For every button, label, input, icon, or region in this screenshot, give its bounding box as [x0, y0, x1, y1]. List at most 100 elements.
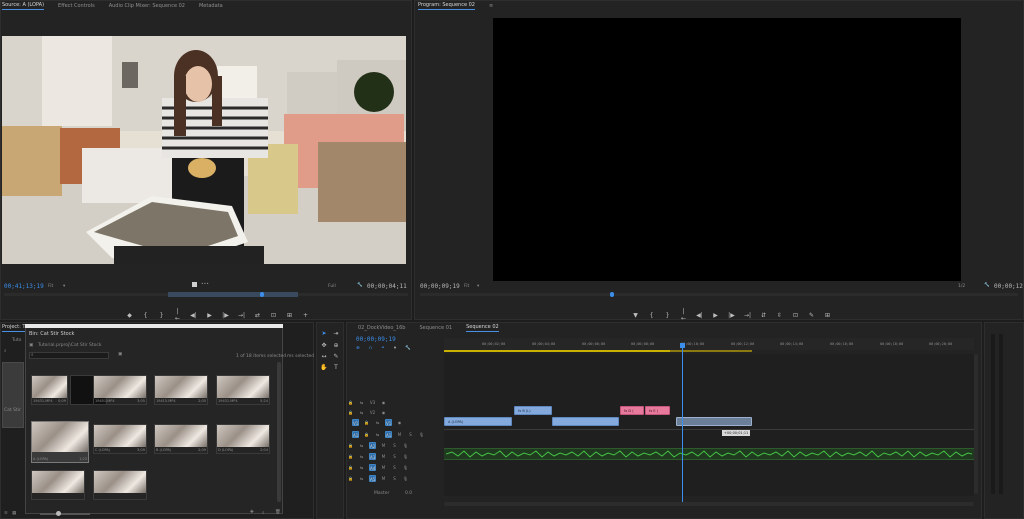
- program-tab-menu-icon[interactable]: ≡: [489, 3, 493, 9]
- toggle-output-icon[interactable]: ◉: [396, 419, 403, 426]
- button-editor-icon[interactable]: +: [302, 312, 309, 319]
- source-playhead-icon[interactable]: [192, 282, 197, 287]
- program-timecode[interactable]: 00;00;09;19: [420, 283, 460, 290]
- export-frame-icon[interactable]: ⊞: [286, 312, 293, 319]
- track-a5-target[interactable]: A5: [369, 475, 376, 482]
- program-mark-out-icon[interactable]: }: [664, 312, 671, 319]
- trash-icon[interactable]: 🗑: [275, 510, 281, 515]
- program-marker-icon[interactable]: ▼: [632, 312, 639, 319]
- work-area-bar[interactable]: [444, 350, 670, 352]
- bin-thumb[interactable]: 19431.MP4 0;09: [31, 375, 68, 405]
- sync-icon[interactable]: ⇆: [374, 431, 381, 438]
- sync-icon[interactable]: ⇆: [358, 409, 365, 416]
- bin-thumb[interactable]: D (LOPA) 2;04: [216, 424, 270, 454]
- tab-audio-clip-mixer[interactable]: Audio Clip Mixer: Sequence 02: [109, 3, 185, 9]
- pen-tool-icon[interactable]: ✎: [332, 353, 340, 361]
- ripple-edit-tool-icon[interactable]: ✥: [320, 342, 328, 350]
- play-icon[interactable]: ▶: [206, 312, 213, 319]
- master-track-value[interactable]: 0.0: [405, 491, 412, 496]
- bin-thumb[interactable]: 19431.MP4 5;24: [216, 375, 270, 405]
- snap-icon[interactable]: ∩: [369, 346, 372, 351]
- solo-icon[interactable]: S: [391, 475, 398, 482]
- toggle-output-icon[interactable]: ◉: [380, 409, 387, 416]
- tab-source[interactable]: Source: A (LOPA): [2, 2, 45, 10]
- program-button-editor-icon[interactable]: ⊞: [824, 312, 831, 319]
- clip-v1-dragging[interactable]: [676, 417, 752, 426]
- bin-thumb[interactable]: [31, 470, 85, 500]
- insert-icon[interactable]: ⇄: [254, 312, 261, 319]
- tab-sequence-01[interactable]: Sequence 01: [419, 325, 452, 331]
- sync-icon[interactable]: ⇆: [374, 419, 381, 426]
- track-v3-target[interactable]: V3: [369, 399, 376, 406]
- sync-icon[interactable]: ⇆: [358, 399, 365, 406]
- solo-icon[interactable]: S: [407, 431, 414, 438]
- source-timecode[interactable]: 00;41;13;19: [4, 283, 44, 290]
- program-go-to-in-icon[interactable]: |←: [680, 308, 687, 322]
- timeline-wrench-icon[interactable]: 🔧: [405, 346, 411, 351]
- project-search-icon[interactable]: ⌕: [4, 348, 7, 354]
- linked-selection-icon[interactable]: ⚭: [381, 346, 385, 351]
- mute-icon[interactable]: M: [380, 475, 387, 482]
- extract-icon[interactable]: ⇳: [776, 312, 783, 319]
- bin-thumb[interactable]: [93, 470, 147, 500]
- lock-icon[interactable]: 🔒: [363, 431, 370, 438]
- track-a1-target[interactable]: A1: [385, 431, 392, 438]
- lock-icon[interactable]: 🔒: [347, 464, 354, 471]
- track-a2-target[interactable]: A2: [369, 442, 376, 449]
- hand-tool-icon[interactable]: ✋: [320, 364, 328, 372]
- timeline-horizontal-scrollbar[interactable]: [444, 502, 974, 506]
- source-fit-select[interactable]: Fit: [48, 284, 53, 289]
- selection-tool-icon[interactable]: ➤: [320, 330, 328, 338]
- program-fit-arrow-icon[interactable]: ▾: [477, 284, 479, 289]
- lock-icon[interactable]: 🔒: [363, 419, 370, 426]
- find-icon[interactable]: ⌕: [262, 510, 265, 516]
- zoom-slider-handle[interactable]: [56, 511, 61, 516]
- program-play-icon[interactable]: ▶: [712, 312, 719, 319]
- program-scrub-handle[interactable]: [610, 292, 614, 297]
- bin-thumb[interactable]: 19415.MP4 2;05: [154, 375, 208, 405]
- tab-project[interactable]: Project: Tu: [2, 324, 28, 332]
- source-quality-select[interactable]: Full: [328, 284, 336, 289]
- mic-icon[interactable]: 🎙: [402, 475, 409, 482]
- source-video-frame[interactable]: [2, 36, 406, 264]
- new-bin-icon[interactable]: ▣: [118, 352, 122, 357]
- lock-icon[interactable]: 🔒: [347, 442, 354, 449]
- slip-tool-icon[interactable]: ↔: [320, 353, 328, 361]
- lift-icon[interactable]: ⇵: [760, 312, 767, 319]
- type-tool-icon[interactable]: T: [332, 364, 340, 372]
- playhead-handle-icon[interactable]: [680, 343, 685, 348]
- bin-thumb[interactable]: C (LOPA) 3;09: [93, 424, 147, 454]
- sync-icon[interactable]: ⇆: [358, 453, 365, 460]
- step-back-icon[interactable]: ◀|: [190, 312, 197, 319]
- go-to-in-icon[interactable]: |←: [174, 308, 181, 322]
- clip-v1-c[interactable]: [552, 417, 619, 426]
- icon-view-icon[interactable]: ▦: [12, 511, 16, 516]
- mute-icon[interactable]: M: [380, 453, 387, 460]
- sync-icon[interactable]: ⇆: [358, 475, 365, 482]
- sync-icon[interactable]: ⇆: [358, 464, 365, 471]
- solo-icon[interactable]: S: [391, 464, 398, 471]
- mute-icon[interactable]: M: [380, 442, 387, 449]
- sync-icon[interactable]: ⇆: [358, 442, 365, 449]
- mic-icon[interactable]: 🎙: [402, 453, 409, 460]
- bin-thumb[interactable]: 19451.MP4 3;05: [93, 375, 147, 405]
- mic-icon[interactable]: 🎙: [402, 464, 409, 471]
- program-step-back-icon[interactable]: ◀|: [696, 312, 703, 319]
- go-to-out-icon[interactable]: →|: [238, 312, 245, 319]
- comparison-view-icon[interactable]: ✎: [808, 312, 815, 319]
- lock-icon[interactable]: 🔒: [347, 399, 354, 406]
- mark-out-icon[interactable]: }: [158, 312, 165, 319]
- tab-sequence-docvideo[interactable]: 02_DockVideo_16b: [358, 325, 405, 331]
- program-scrub-bar[interactable]: [420, 293, 1018, 296]
- nest-icon[interactable]: ⊕: [356, 346, 360, 351]
- add-marker-icon[interactable]: ◆: [126, 312, 133, 319]
- toggle-output-icon[interactable]: ◉: [380, 399, 387, 406]
- source-scrub-handle[interactable]: [260, 292, 264, 297]
- source-patch-v1[interactable]: V1: [352, 419, 359, 426]
- mark-in-icon[interactable]: {: [142, 312, 149, 319]
- source-settings-wrench-icon[interactable]: 🔧: [357, 283, 363, 288]
- project-side-thumb[interactable]: [2, 362, 24, 428]
- lock-icon[interactable]: 🔒: [347, 475, 354, 482]
- program-export-frame-icon[interactable]: ⊡: [792, 312, 799, 319]
- bin-thumb-selected[interactable]: A (LOPA) 1;23: [31, 421, 89, 463]
